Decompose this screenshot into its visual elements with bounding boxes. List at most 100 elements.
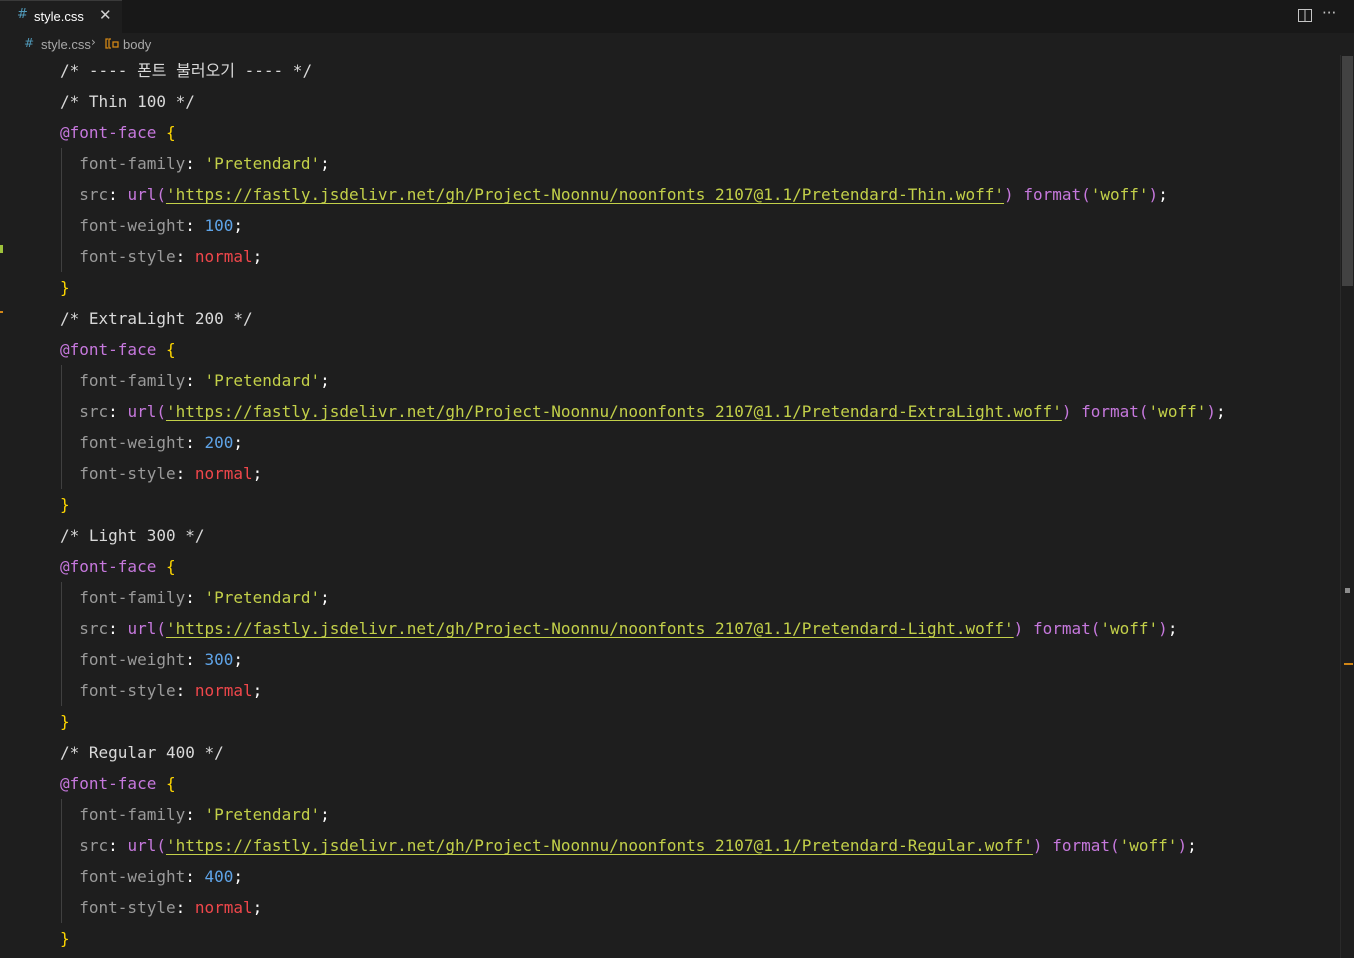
paren: ): [1206, 402, 1216, 421]
tab-style-css[interactable]: # style.css ✕: [0, 0, 122, 33]
string-value: 'Pretendard': [204, 588, 321, 607]
code-line: font-weight: 200;: [79, 433, 244, 452]
at-rule: @font-face: [60, 123, 157, 142]
keyword-value: normal: [194, 464, 253, 483]
paren: ): [1032, 836, 1043, 855]
chevron-right-icon: ›: [91, 35, 96, 49]
string-value: 'woff': [1090, 185, 1149, 204]
code-line: font-family: 'Pretendard';: [79, 805, 330, 824]
property: font-weight: [79, 433, 186, 452]
vertical-scrollbar[interactable]: [1340, 55, 1354, 958]
css-file-icon: #: [17, 7, 28, 22]
gutter-change-marker: [0, 311, 3, 313]
property: font-weight: [79, 867, 186, 886]
function: format(: [1081, 402, 1149, 421]
keyword-value: normal: [194, 247, 253, 266]
property: src: [79, 402, 109, 421]
css-selector-icon: [105, 38, 119, 49]
keyword-value: normal: [194, 898, 253, 917]
string-value: 'Pretendard': [204, 154, 321, 173]
function: format(: [1032, 619, 1101, 638]
brace: }: [60, 278, 70, 297]
code-line: src: url('https://fastly.jsdelivr.net/gh…: [79, 185, 1168, 204]
function: url(: [127, 836, 166, 855]
scrollbar-thumb[interactable]: [1342, 56, 1353, 286]
brace: {: [165, 123, 176, 142]
brace: {: [165, 774, 176, 793]
property: src: [79, 619, 109, 638]
comment: /* ---- 폰트 불러오기 ---- */: [60, 61, 313, 80]
property: font-style: [79, 247, 176, 266]
string-value: 'woff': [1119, 836, 1178, 855]
paren: ): [1061, 402, 1072, 421]
comment: /* Thin 100 */: [60, 92, 195, 111]
brace: }: [60, 712, 70, 731]
property: font-family: [79, 371, 186, 390]
code-line: src: url('https://fastly.jsdelivr.net/gh…: [79, 402, 1226, 421]
code-line: /* Thin 100 */: [60, 86, 195, 117]
brace: }: [60, 929, 70, 948]
scrollbar-cursor-marker: [1345, 588, 1350, 593]
code-line: src: url('https://fastly.jsdelivr.net/gh…: [79, 836, 1197, 855]
paren: ): [1158, 619, 1168, 638]
comment: /* ExtraLight 200 */: [60, 309, 253, 328]
paren: ): [1148, 185, 1159, 204]
css-file-icon: #: [24, 36, 35, 50]
code-line: }: [60, 489, 70, 520]
split-editor-icon[interactable]: [1298, 9, 1312, 22]
code-line: /* ExtraLight 200 */: [60, 303, 253, 334]
string-value: 'Pretendard': [204, 805, 321, 824]
code-line: font-weight: 100;: [79, 216, 244, 235]
property: font-style: [79, 464, 176, 483]
at-rule: @font-face: [60, 557, 157, 576]
property: font-weight: [79, 216, 186, 235]
code-line: /* ---- 폰트 불러오기 ---- */: [60, 55, 312, 86]
code-line: @font-face {: [60, 117, 176, 148]
number-value: 300: [204, 650, 234, 669]
function: format(: [1023, 185, 1091, 204]
property: font-weight: [79, 650, 186, 669]
url-link[interactable]: 'https://fastly.jsdelivr.net/gh/Project-…: [166, 402, 1062, 421]
code-line: @font-face {: [60, 334, 176, 365]
code-line: font-weight: 300;: [79, 650, 244, 669]
property: font-family: [79, 154, 186, 173]
url-link[interactable]: 'https://fastly.jsdelivr.net/gh/Project-…: [166, 836, 1033, 855]
paren: ): [1177, 836, 1188, 855]
property: src: [79, 185, 109, 204]
close-icon[interactable]: ✕: [99, 6, 112, 24]
code-line: font-family: 'Pretendard';: [79, 371, 330, 390]
property: font-style: [79, 898, 176, 917]
code-line: src: url('https://fastly.jsdelivr.net/gh…: [79, 619, 1178, 638]
string-value: 'woff': [1100, 619, 1159, 638]
code-line: font-family: 'Pretendard';: [79, 154, 330, 173]
breadcrumb: # style.css › body: [0, 33, 1354, 55]
url-link[interactable]: 'https://fastly.jsdelivr.net/gh/Project-…: [166, 619, 1014, 638]
code-line: @font-face {: [60, 551, 176, 582]
code-line: }: [60, 272, 70, 303]
url-link[interactable]: 'https://fastly.jsdelivr.net/gh/Project-…: [166, 185, 1004, 204]
property: font-style: [79, 681, 176, 700]
gutter-change-marker: [0, 245, 3, 253]
string-value: 'Pretendard': [204, 371, 321, 390]
code-line: font-weight: 400;: [79, 867, 244, 886]
string-value: 'woff': [1148, 402, 1207, 421]
code-line: @font-face {: [60, 768, 176, 799]
number-value: 400: [204, 867, 234, 886]
comment: /* Light 300 */: [60, 526, 205, 545]
brace: {: [165, 340, 176, 359]
breadcrumb-file[interactable]: style.css: [41, 37, 91, 52]
code-line: font-style: normal;: [79, 464, 263, 483]
code-line: font-style: normal;: [79, 247, 263, 266]
comment: /* Regular 400 */: [60, 743, 224, 762]
at-rule: @font-face: [60, 774, 157, 793]
keyword-value: normal: [194, 681, 253, 700]
code-line: }: [60, 923, 70, 954]
tab-label: style.css: [34, 9, 84, 24]
more-actions-icon[interactable]: ···: [1322, 4, 1336, 22]
property: src: [79, 836, 109, 855]
code-line: }: [60, 706, 70, 737]
tab-bar: # style.css ✕ ···: [0, 0, 1354, 33]
brace: }: [60, 495, 70, 514]
breadcrumb-symbol[interactable]: body: [123, 37, 151, 52]
code-editor[interactable]: /* ---- 폰트 불러오기 ---- */ /* Thin 100 */ @…: [0, 55, 1340, 958]
